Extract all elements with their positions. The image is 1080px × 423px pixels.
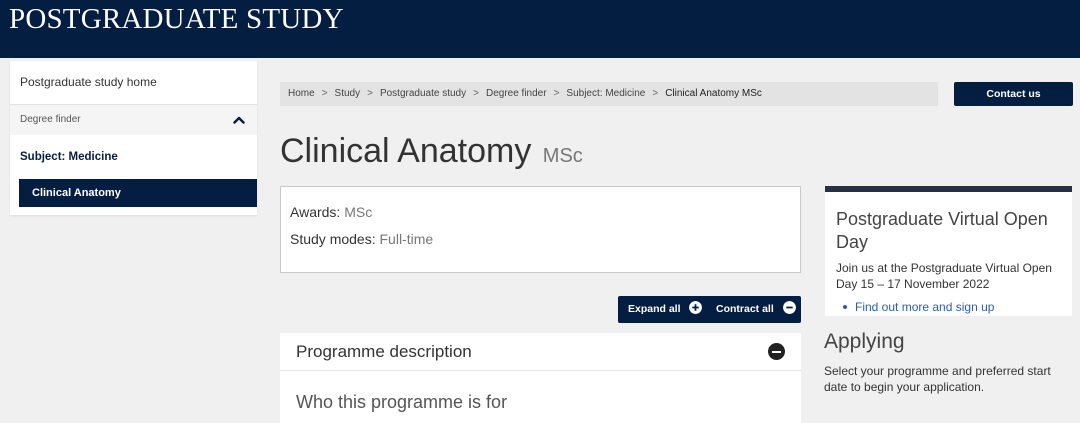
breadcrumb-link-study[interactable]: Study — [335, 88, 361, 99]
breadcrumb-link-degree-finder[interactable]: Degree finder — [486, 88, 547, 99]
study-modes-line: Study modes: Full-time — [290, 231, 433, 247]
awards-line: Awards: MSc — [290, 204, 372, 220]
programme-summary: Awards: MSc Study modes: Full-time — [280, 186, 801, 273]
breadcrumb-link-subject-medicine[interactable]: Subject: Medicine — [566, 88, 645, 99]
plus-circle-icon — [689, 301, 703, 314]
programme-description-heading: Programme description — [296, 342, 472, 361]
breadcrumb-separator: > — [321, 88, 328, 99]
breadcrumb-link-postgraduate-study[interactable]: Postgraduate study — [380, 88, 466, 99]
study-modes-value: Full-time — [379, 231, 434, 247]
programme-subheading: Who this programme is for — [296, 392, 508, 412]
programme-description-header[interactable]: Programme description — [280, 333, 801, 371]
expand-all-button[interactable]: Expand all — [628, 296, 703, 323]
minus-circle-icon — [782, 301, 796, 314]
study-modes-label: Study modes: — [290, 231, 376, 247]
open-day-link[interactable]: Find out more and sign up — [843, 300, 994, 314]
breadcrumb-separator: > — [473, 88, 479, 99]
sidebar-item-clinical-anatomy[interactable]: Clinical Anatomy — [19, 179, 257, 207]
breadcrumb-current: Clinical Anatomy MSc — [665, 88, 762, 99]
contact-us-button[interactable]: Contact us — [954, 82, 1073, 106]
open-day-promo: Postgraduate Virtual Open Day Join us at… — [825, 186, 1072, 316]
contract-all-label: Contract all — [716, 303, 774, 315]
chevron-up-icon[interactable] — [233, 114, 245, 126]
applying-text: Select your programme and preferred star… — [824, 364, 1051, 394]
sidebar-item-label: Degree finder — [20, 114, 81, 125]
breadcrumb-separator: > — [553, 88, 560, 99]
awards-label: Awards: — [290, 204, 341, 220]
applying-heading: Applying — [824, 330, 905, 353]
site-header: POSTGRADUATE STUDY — [0, 0, 1080, 58]
expand-all-label: Expand all — [628, 303, 681, 315]
breadcrumb-separator: > — [367, 88, 373, 99]
open-day-link-label[interactable]: Find out more and sign up — [855, 300, 994, 314]
page-title-award: MSc — [542, 145, 583, 167]
sidebar-item-degree-finder[interactable]: Degree finder — [10, 105, 257, 135]
breadcrumb-separator: > — [652, 88, 659, 99]
awards-value: MSc — [344, 204, 373, 220]
open-day-text: Join us at the Postgraduate Virtual Open… — [836, 261, 1052, 291]
bullet-icon — [843, 305, 847, 309]
breadcrumb-link-home[interactable]: Home — [288, 88, 315, 99]
sidebar-item-subject-medicine[interactable]: Subject: Medicine — [10, 135, 257, 179]
collapse-icon[interactable] — [768, 343, 785, 360]
contract-all-button[interactable]: Contract all — [716, 296, 796, 323]
open-day-title: Postgraduate Virtual Open Day — [836, 209, 1048, 252]
sidebar-item-postgraduate-home[interactable]: Postgraduate study home — [10, 61, 257, 105]
accordion-controls: Expand all Contract all — [618, 296, 801, 323]
sidebar-nav: Postgraduate study home Degree finder Su… — [10, 61, 257, 215]
page-title: Clinical Anatomy MSc — [280, 132, 583, 171]
site-title[interactable]: POSTGRADUATE STUDY — [9, 3, 344, 36]
breadcrumb: Home > Study > Postgraduate study > Degree fin… — [280, 82, 938, 106]
programme-description-panel: Programme description Who this programme… — [280, 333, 801, 423]
page-title-main: Clinical Anatomy — [280, 132, 532, 170]
